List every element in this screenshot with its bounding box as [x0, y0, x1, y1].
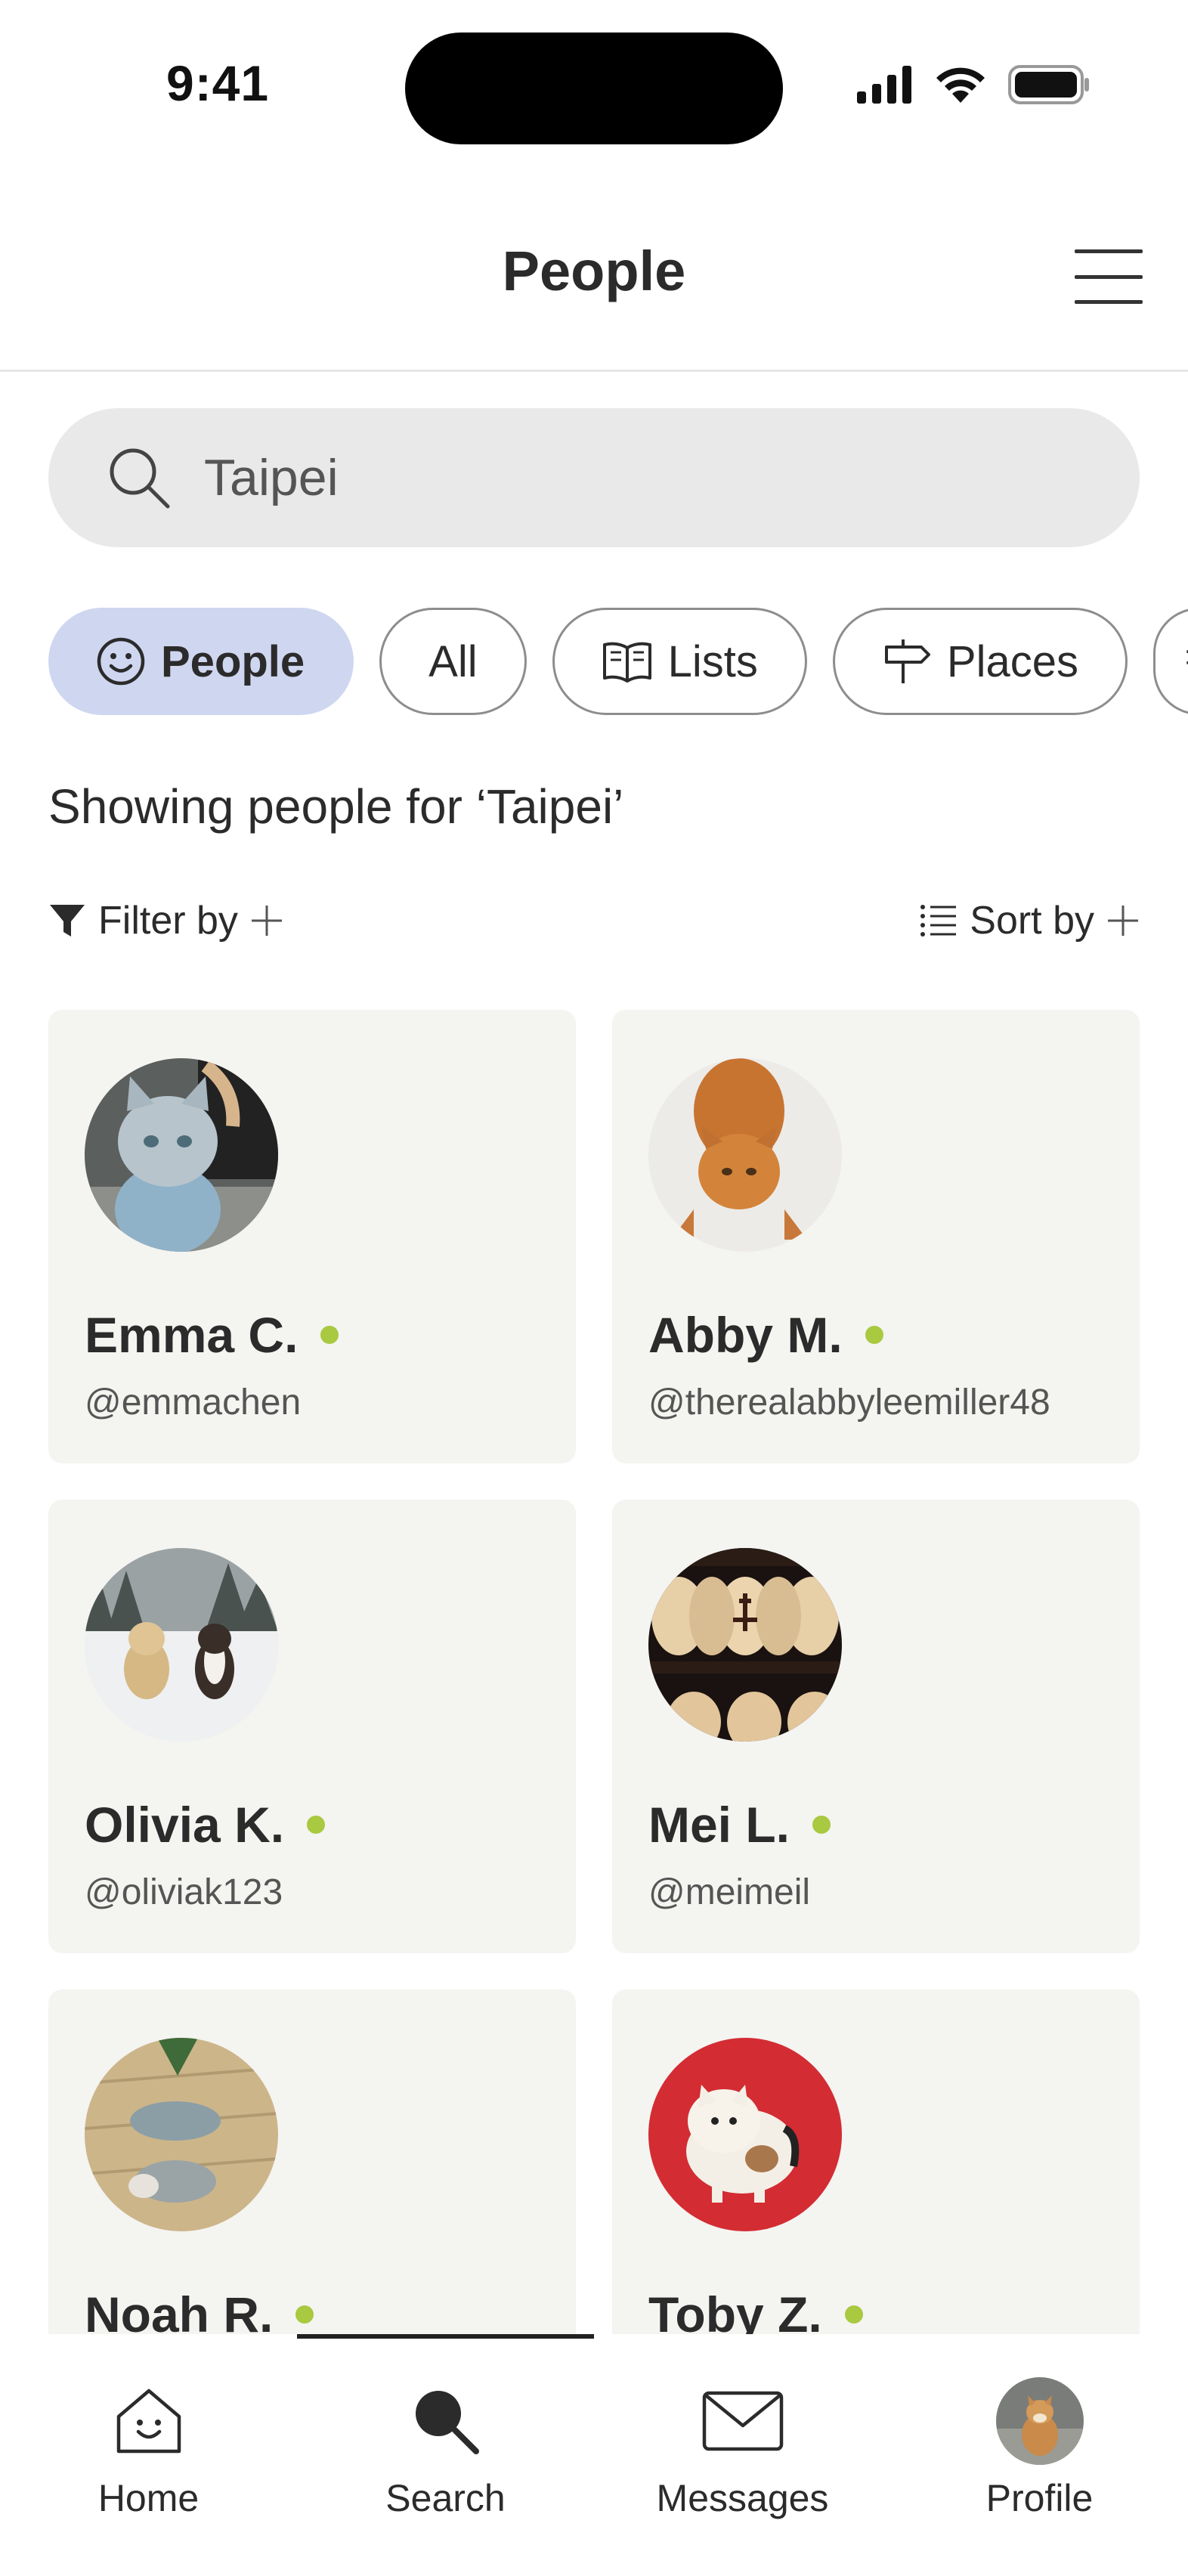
person-name-text: Abby M. [648, 1307, 843, 1363]
online-status-dot [812, 1816, 831, 1834]
hamburger-menu-icon[interactable] [1075, 249, 1143, 304]
chip-label: All [428, 636, 478, 686]
list-icon [920, 905, 957, 937]
person-handle: @oliviak123 [85, 1872, 283, 1912]
search-icon [415, 2391, 479, 2454]
status-bar: 9:41 [0, 0, 1188, 166]
avatar [85, 1548, 278, 1742]
online-status-dot [307, 1816, 326, 1834]
status-time: 9:41 [166, 55, 270, 111]
sort-by-button[interactable]: Sort by [920, 898, 1140, 943]
online-status-dot [295, 2305, 314, 2324]
result-summary: Showing people for ‘Taipei’ [48, 779, 624, 834]
chip-all[interactable]: All [379, 608, 527, 715]
person-card[interactable]: Olivia K. @oliviak123 [48, 1500, 576, 1953]
signpost-icon [884, 639, 930, 683]
tab-profile[interactable]: Profile [891, 2377, 1188, 2546]
person-card[interactable]: Noah R. [48, 1989, 576, 2334]
funnel-icon [50, 905, 85, 937]
header: People [0, 197, 1188, 372]
sort-by-label: Sort by [970, 899, 1094, 943]
people-grid: Emma C. @emmachen Abby M. @therealabbyle… [48, 1010, 1140, 2334]
active-tab-indicator [297, 2334, 594, 2339]
chip-places[interactable]: Places [832, 608, 1128, 715]
avatar [85, 1058, 278, 1252]
home-icon [116, 2389, 181, 2454]
person-handle: @meimeil [648, 1872, 811, 1912]
tab-search[interactable]: Search [297, 2379, 594, 2546]
avatar [648, 1058, 842, 1252]
online-status-dot [865, 1326, 883, 1344]
avatar [648, 2038, 842, 2231]
tab-home[interactable]: Home [0, 2379, 297, 2546]
online-status-dot [844, 2305, 863, 2324]
person-card[interactable]: Abby M. @therealabbyleemiller48 [612, 1010, 1140, 1463]
wifi-icon [936, 67, 985, 103]
partial-icon [1186, 650, 1188, 664]
person-name: Noah R. [85, 2286, 314, 2334]
filter-chips: People All Lists Places [48, 608, 1188, 715]
tab-label: Home [97, 2477, 200, 2519]
search-icon [110, 448, 170, 509]
filter-sort-row: Filter by Sort by [48, 898, 1140, 958]
person-name-text: Toby Z. [648, 2287, 822, 2334]
plus-icon [1108, 906, 1138, 936]
person-name: Emma C. [85, 1306, 339, 1364]
person-name-text: Mei L. [648, 1797, 790, 1853]
chip-lists[interactable]: Lists [552, 608, 807, 715]
person-name: Olivia K. [85, 1796, 326, 1853]
envelope-icon [702, 2391, 783, 2451]
filter-by-label: Filter by [98, 899, 238, 943]
tab-messages[interactable]: Messages [594, 2379, 891, 2546]
chip-label: Places [946, 636, 1078, 686]
book-icon [602, 642, 651, 683]
avatar [648, 1548, 842, 1742]
person-card[interactable]: Mei L. @meimeil [612, 1500, 1140, 1953]
chip-label: Lists [667, 636, 758, 686]
person-name-text: Noah R. [85, 2287, 274, 2334]
person-name: Mei L. [648, 1796, 831, 1853]
tab-label: Search [385, 2477, 506, 2519]
page-title: People [502, 240, 686, 302]
tab-label: Profile [985, 2477, 1094, 2519]
person-card[interactable]: Toby Z. [612, 1989, 1140, 2334]
online-status-dot [320, 1326, 339, 1344]
status-icons [857, 65, 1090, 104]
person-name: Abby M. [648, 1306, 883, 1364]
tab-bar: Home Search Messages Profile [0, 2334, 1188, 2576]
tab-label: Messages [656, 2477, 829, 2519]
search-input[interactable] [204, 444, 1073, 511]
battery-icon [1008, 65, 1089, 104]
avatar-icon [995, 2377, 1084, 2465]
chip-people[interactable]: People [48, 608, 354, 715]
person-name-text: Olivia K. [85, 1797, 285, 1853]
person-name: Toby Z. [648, 2286, 863, 2334]
person-handle: @emmachen [85, 1382, 302, 1423]
person-name-text: Emma C. [85, 1307, 299, 1363]
smiley-icon [97, 637, 145, 686]
signal-icon [857, 66, 911, 104]
avatar [85, 2038, 278, 2231]
dynamic-island [405, 33, 783, 144]
search-bar[interactable] [48, 408, 1140, 547]
plus-icon [251, 906, 282, 936]
chip-more[interactable] [1153, 608, 1188, 715]
chip-label: People [161, 636, 305, 686]
person-card[interactable]: Emma C. @emmachen [48, 1010, 576, 1463]
person-handle: @therealabbyleemiller48 [648, 1382, 1050, 1423]
filter-by-button[interactable]: Filter by [48, 898, 283, 943]
